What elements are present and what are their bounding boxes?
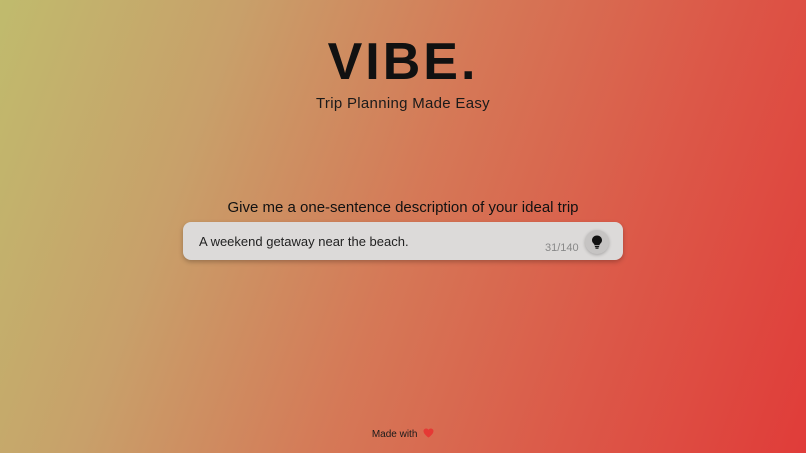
footer: Made with: [0, 428, 806, 440]
trip-description-input[interactable]: [199, 231, 539, 251]
character-counter: 31/140: [545, 242, 579, 254]
trip-description-prompt: Give me a one-sentence description of yo…: [227, 199, 579, 216]
suggest-idea-button[interactable]: [585, 230, 609, 254]
app-logo: VIBE.: [327, 33, 479, 91]
tagline: Trip Planning Made Easy: [316, 95, 490, 112]
trip-input-container: 31/140: [183, 222, 623, 260]
lightbulb-icon: [592, 235, 602, 249]
footer-text: Made with: [371, 429, 418, 440]
heart-icon: [423, 428, 434, 438]
